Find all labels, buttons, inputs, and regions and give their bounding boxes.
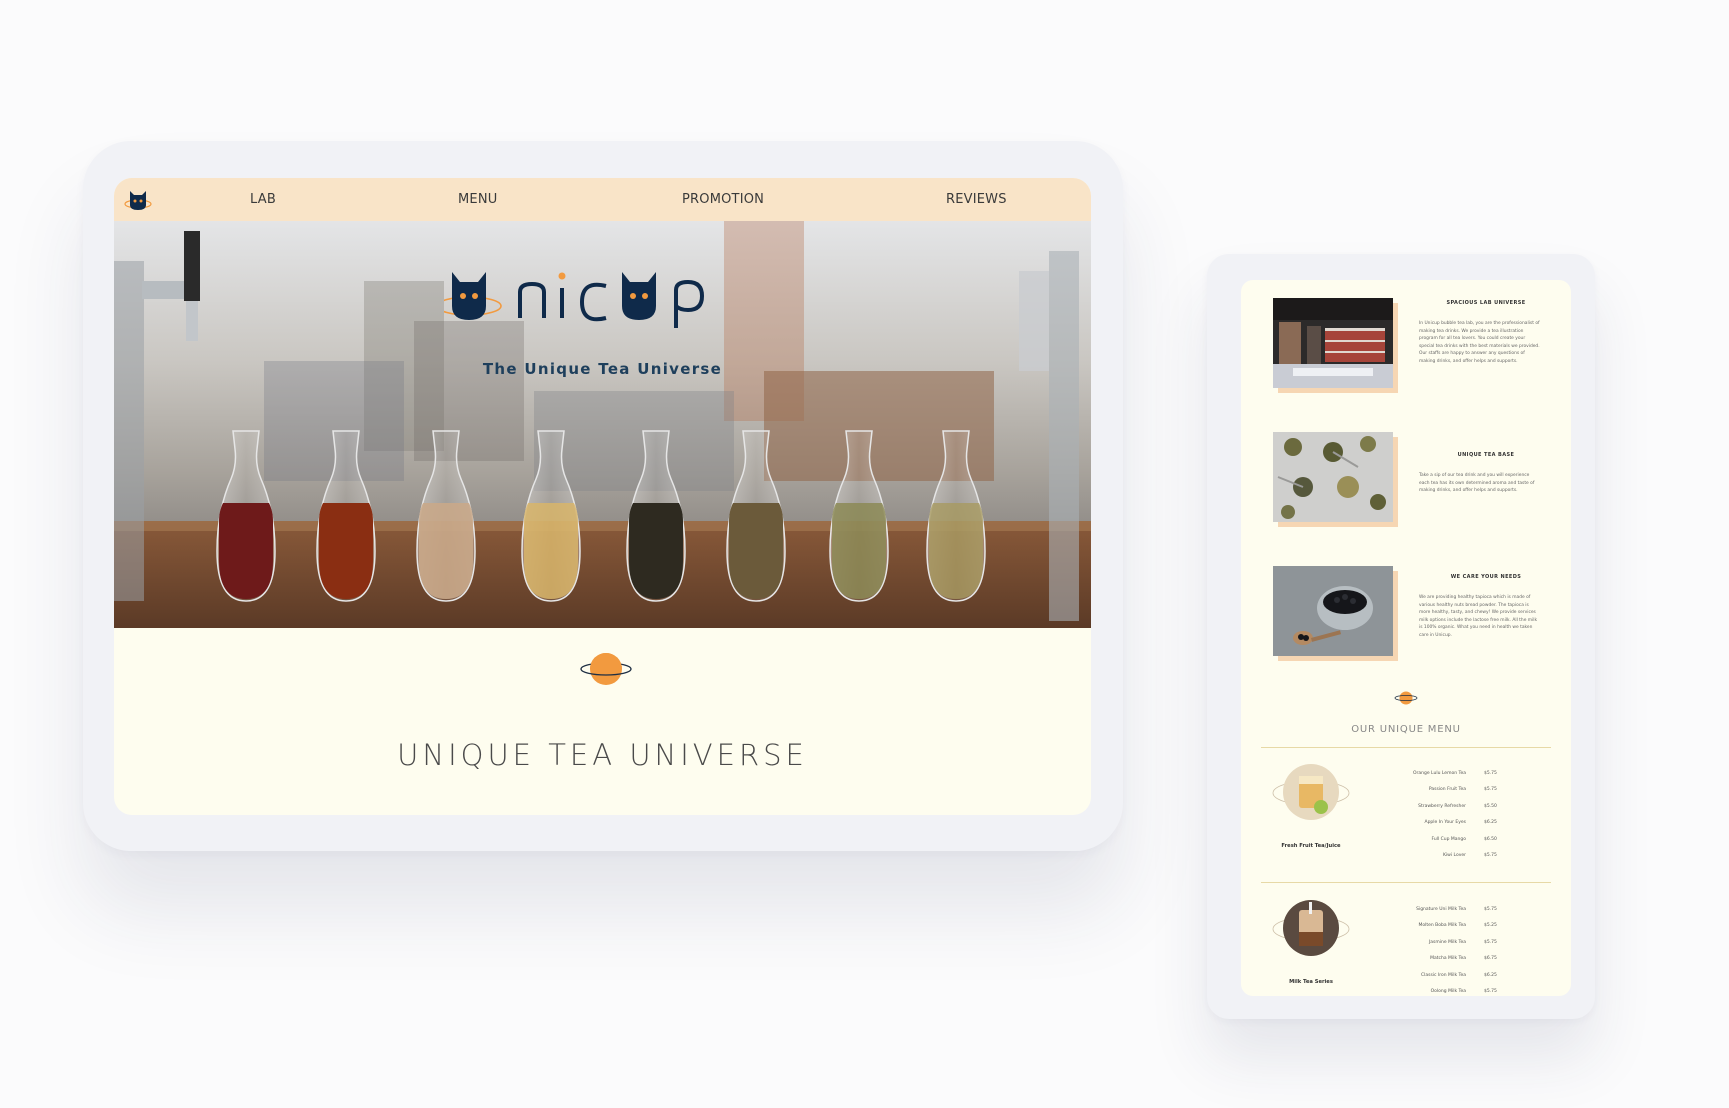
feature-title: SPACIOUS LAB UNIVERSE xyxy=(1446,300,1526,306)
menu-item-name[interactable]: Strawberry Refresher xyxy=(1371,804,1466,809)
tablet-large-frame: LAB MENU PROMOTION REVIEWS The Unique Te… xyxy=(83,141,1123,851)
hero-banner: unicup The Unique Tea Universe xyxy=(114,221,1091,628)
unicup-logo-icon[interactable] xyxy=(124,187,152,213)
fruit-tea-photo xyxy=(1272,764,1350,820)
menu-item-name[interactable]: Signature Uni Milk Tea xyxy=(1371,907,1466,912)
menu-item-price: $6.25 xyxy=(1484,973,1497,978)
nav-item-menu[interactable]: MENU xyxy=(458,192,497,207)
menu-item-name[interactable]: Jasmine Milk Tea xyxy=(1371,940,1466,945)
planet-icon xyxy=(580,653,632,685)
menu-item-name[interactable]: Molten Boba Milk Tea xyxy=(1371,923,1466,928)
menu-item-name[interactable]: Kiwi Lover xyxy=(1371,853,1466,858)
menu-item-price: $5.25 xyxy=(1484,923,1497,928)
menu-heading: OUR UNIQUE MENU xyxy=(1351,724,1461,735)
hero-tagline: The Unique Tea Universe xyxy=(482,360,723,378)
menu-item-name[interactable]: Orange Lulu Lemon Tea xyxy=(1371,771,1466,776)
feature-text: We are providing healthy tapioca which i… xyxy=(1419,595,1538,638)
tapioca-pearls-photo xyxy=(1273,566,1393,656)
menu-item-name[interactable]: Passion Fruit Tea xyxy=(1371,787,1466,792)
menu-item-price: $6.75 xyxy=(1484,956,1497,961)
feature-title: UNIQUE TEA BASE xyxy=(1457,452,1515,458)
menu-item-name[interactable]: Matcha Milk Tea xyxy=(1371,956,1466,961)
nav-item-lab[interactable]: LAB xyxy=(250,192,276,207)
menu-item-price: $5.75 xyxy=(1484,940,1497,945)
mobile-page-screen: SPACIOUS LAB UNIVERSE In Unicup bubble t… xyxy=(1241,280,1571,996)
menu-item-price: $5.50 xyxy=(1484,804,1497,809)
menu-item-price: $5.75 xyxy=(1484,771,1497,776)
feature-text: In Unicup bubble tea lab, you are the pr… xyxy=(1419,321,1540,364)
planet-icon xyxy=(1394,691,1418,705)
menu-item-price: $5.75 xyxy=(1484,907,1497,912)
desktop-page-screen: LAB MENU PROMOTION REVIEWS The Unique Te… xyxy=(114,178,1091,815)
section-heading: UNIQUE TEA UNIVERSE xyxy=(397,738,808,772)
lab-interior-photo xyxy=(1273,298,1393,388)
menu-item-name[interactable]: Full Cup Mango xyxy=(1371,837,1466,842)
nav-item-reviews[interactable]: REVIEWS xyxy=(946,192,1007,207)
menu-item-name[interactable]: Oolong Milk Tea xyxy=(1371,989,1466,994)
menu-item-name[interactable]: Classic Iron Milk Tea xyxy=(1371,973,1466,978)
nav-item-promotion[interactable]: PROMOTION xyxy=(682,192,764,207)
top-navigation: LAB MENU PROMOTION REVIEWS xyxy=(114,178,1091,221)
menu-item-price: $5.75 xyxy=(1484,787,1497,792)
tablet-small-frame: SPACIOUS LAB UNIVERSE In Unicup bubble t… xyxy=(1207,254,1595,1019)
menu-item-price: $5.75 xyxy=(1484,853,1497,858)
menu-category-label: Milk Tea Series xyxy=(1289,979,1333,985)
tea-leaves-photo xyxy=(1273,432,1393,522)
menu-item-price: $6.25 xyxy=(1484,820,1497,825)
menu-item-name[interactable]: Apple In Your Eyes xyxy=(1371,820,1466,825)
menu-item-price: $6.50 xyxy=(1484,837,1497,842)
unicup-brand-logo: unicup xyxy=(444,272,705,328)
menu-item-price: $5.75 xyxy=(1484,989,1497,994)
divider xyxy=(1261,882,1551,883)
divider xyxy=(1261,747,1551,748)
feature-text: Take a sip of our tea drink and you will… xyxy=(1419,473,1535,494)
feature-title: WE CARE YOUR NEEDS xyxy=(1450,574,1522,580)
menu-category-label: Fresh Fruit Tea/Juice xyxy=(1281,843,1341,849)
milk-tea-photo xyxy=(1272,900,1350,956)
